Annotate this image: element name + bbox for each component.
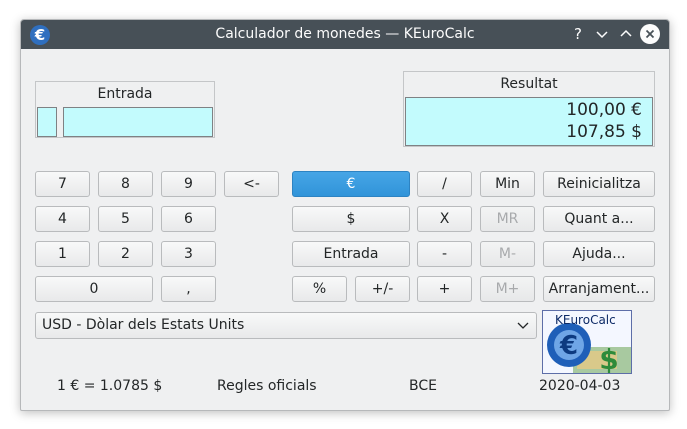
date-label: 2020-04-03	[539, 378, 621, 394]
minus-button[interactable]: -	[417, 241, 472, 267]
input-group-label: Entrada	[97, 86, 153, 102]
input-sign-field	[37, 107, 57, 137]
currency-select[interactable]: USD - Dòlar dels Estats Units	[35, 312, 537, 339]
help-button[interactable]: Ajuda...	[543, 241, 655, 267]
key-2[interactable]: 2	[98, 241, 153, 267]
key-4[interactable]: 4	[35, 206, 90, 232]
main-window: € Calculador de monedes — KEuroCalc ? En…	[20, 19, 670, 411]
result-group-label: Resultat	[500, 76, 558, 92]
key-5[interactable]: 5	[98, 206, 153, 232]
plus-button[interactable]: +	[417, 276, 472, 302]
backspace-button[interactable]: <-	[224, 171, 279, 197]
percent-button[interactable]: %	[292, 276, 347, 302]
key-comma[interactable]: ,	[161, 276, 216, 302]
euro-button[interactable]: €	[292, 171, 410, 197]
settings-button[interactable]: Arranjament...	[543, 276, 655, 302]
result-display: 100,00 € 107,85 $	[405, 97, 653, 146]
key-1[interactable]: 1	[35, 241, 90, 267]
result-line-euro: 100,00 €	[566, 100, 642, 120]
result-line-dollar: 107,85 $	[566, 122, 642, 142]
multiply-button[interactable]: X	[417, 206, 472, 232]
help-icon[interactable]: ?	[568, 24, 588, 44]
currency-select-value: USD - Dòlar dels Estats Units	[42, 317, 245, 333]
rules-label: Regles oficials	[217, 378, 317, 394]
result-group: Resultat 100,00 € 107,85 $	[403, 71, 655, 147]
exchange-rate-label: 1 € = 1.0785 $	[57, 378, 163, 394]
close-icon[interactable]	[640, 24, 660, 44]
svg-text:$: $	[599, 343, 618, 374]
key-8[interactable]: 8	[98, 171, 153, 197]
about-button[interactable]: Quant a...	[543, 206, 655, 232]
divide-button[interactable]: /	[417, 171, 472, 197]
logo-text: KEuroCalc	[555, 313, 616, 327]
key-7[interactable]: 7	[35, 171, 90, 197]
source-label: BCE	[409, 378, 437, 394]
memory-plus-button[interactable]: M+	[480, 276, 535, 302]
chevron-down-icon	[516, 318, 530, 332]
key-6[interactable]: 6	[161, 206, 216, 232]
reset-button[interactable]: Reinicialitza	[543, 171, 655, 197]
memory-recall-button[interactable]: MR	[480, 206, 535, 232]
key-9[interactable]: 9	[161, 171, 216, 197]
svg-text:€: €	[559, 331, 578, 361]
entry-button[interactable]: Entrada	[292, 241, 410, 267]
memory-minus-button[interactable]: M-	[480, 241, 535, 267]
memory-in-button[interactable]: Min	[480, 171, 535, 197]
maximize-icon[interactable]	[616, 24, 636, 44]
title-bar: € Calculador de monedes — KEuroCalc ?	[21, 20, 669, 49]
key-3[interactable]: 3	[161, 241, 216, 267]
keurocalc-logo: € $ KEuroCalc	[542, 310, 632, 374]
key-0[interactable]: 0	[35, 276, 153, 302]
input-group: Entrada	[35, 81, 215, 138]
minimize-icon[interactable]	[592, 24, 612, 44]
dollar-button[interactable]: $	[292, 206, 410, 232]
plus-minus-button[interactable]: +/-	[355, 276, 410, 302]
input-field[interactable]	[63, 107, 213, 137]
